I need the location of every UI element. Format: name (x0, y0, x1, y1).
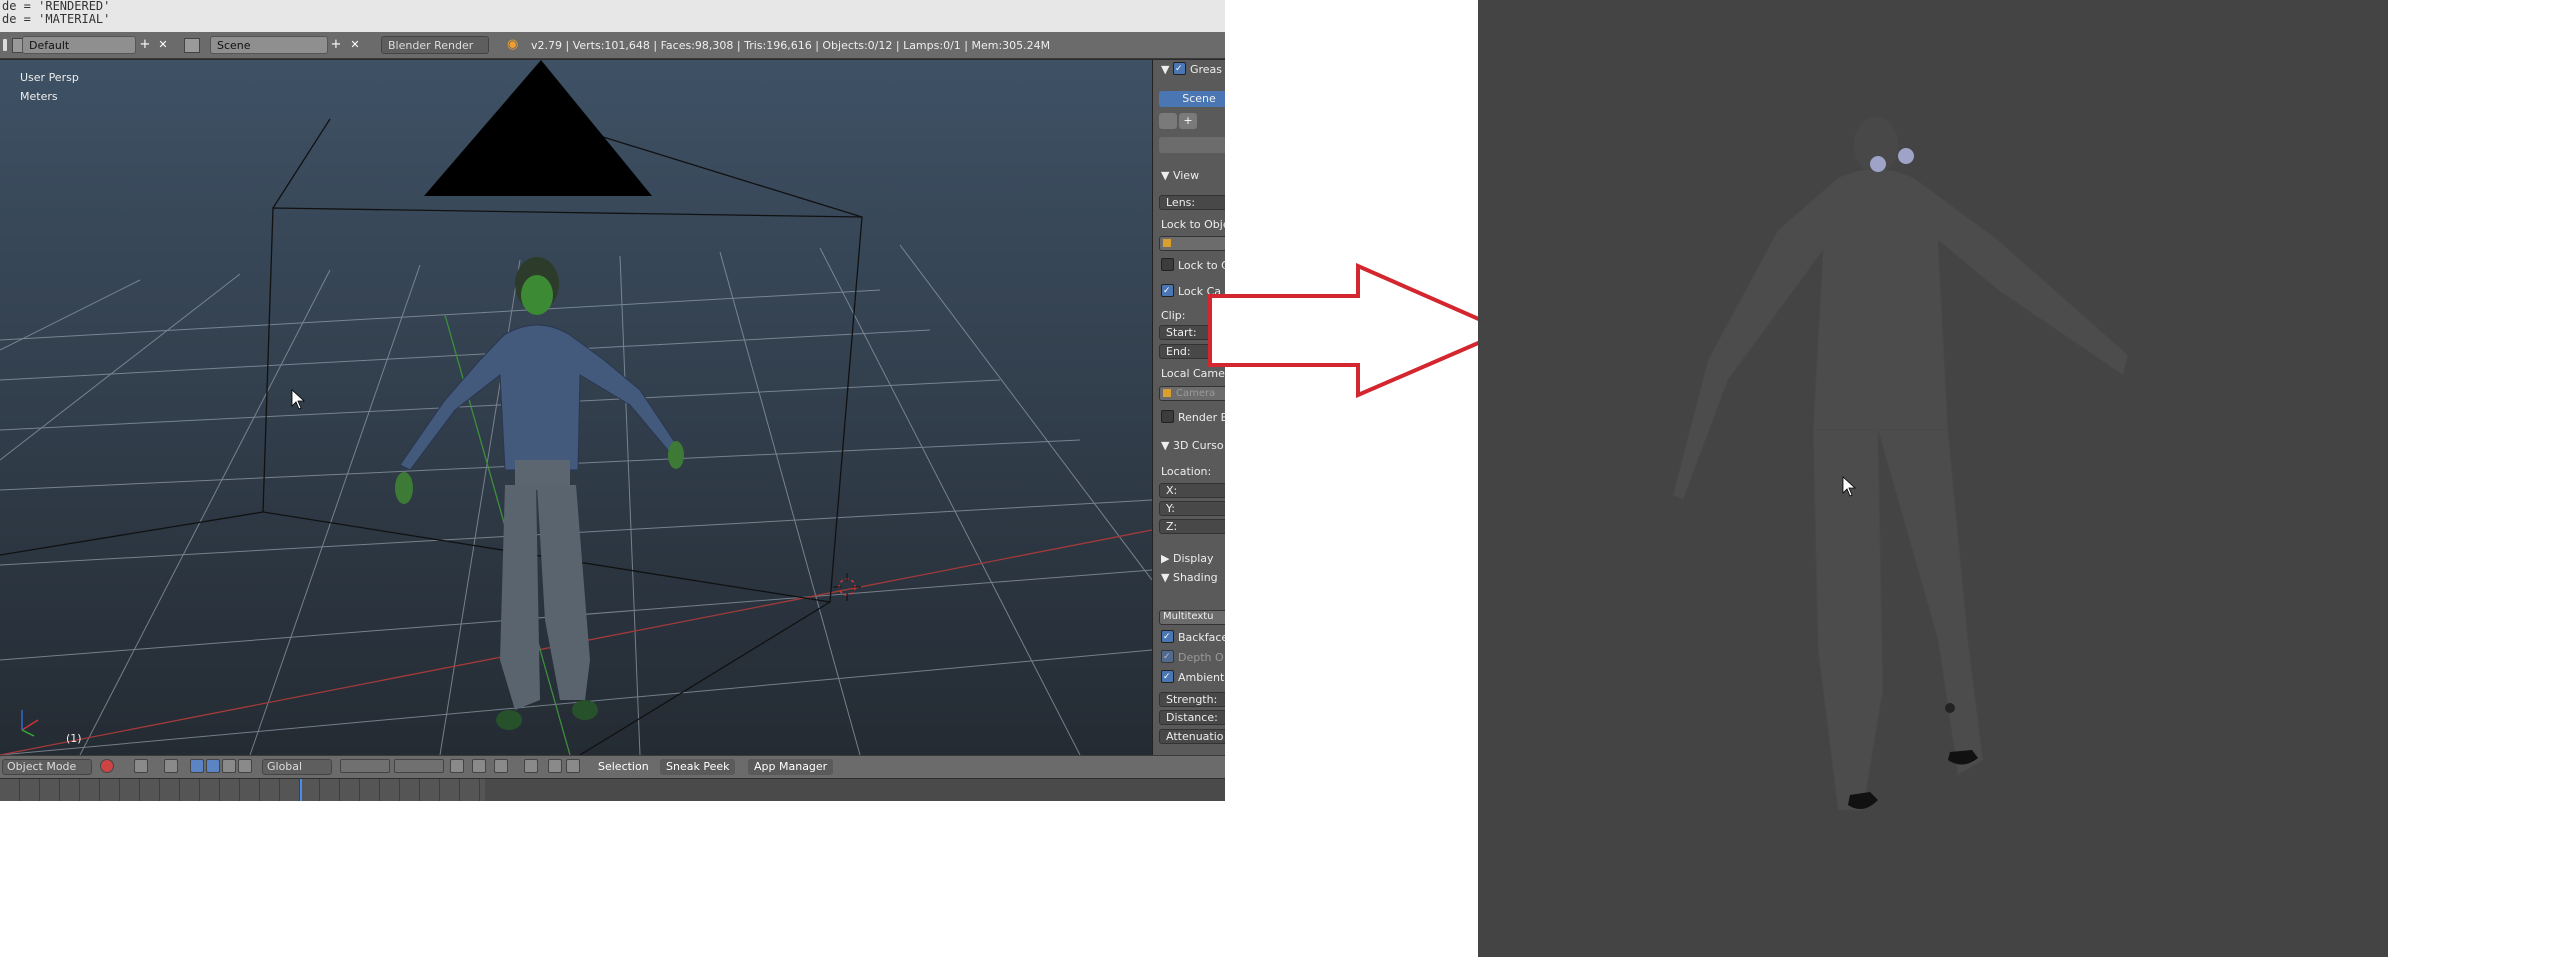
cursor-z-label: Z: (1166, 520, 1178, 533)
python-console-output: de = 'RENDERED' de = 'MATERIAL' (0, 0, 1225, 32)
clip-start-label: Start: (1166, 326, 1197, 339)
render-result-panel (1478, 0, 2388, 957)
cursor-y-label: Y: (1166, 502, 1175, 515)
red-arrow-icon (1208, 263, 1512, 398)
delete-layout-button[interactable]: ✕ (155, 36, 171, 54)
3d-cursor (833, 573, 861, 601)
render-viewport-icon[interactable] (548, 759, 562, 773)
viewport-shading-icon[interactable] (100, 759, 114, 773)
lock-to-cursor-checkbox[interactable] (1161, 258, 1174, 271)
scene-icon[interactable] (184, 38, 200, 53)
grease-pencil-header[interactable]: ▼ Greas (1161, 61, 1222, 78)
collapse-arrow-icon: ▼ (1161, 63, 1173, 76)
rendered-character-silhouette (1672, 116, 2129, 811)
grease-pencil-layer-field[interactable] (1159, 137, 1225, 153)
add-scene-button[interactable]: + (328, 36, 344, 54)
transform-orientation-dropdown[interactable]: Global (262, 759, 332, 775)
eye-sphere-left (1870, 156, 1886, 172)
shading-panel-header[interactable]: ▼ Shading (1161, 570, 1218, 586)
strength-label: Strength: (1166, 693, 1218, 706)
clip-end-label: End: (1166, 345, 1191, 358)
attenuation-label: Attenuatio (1166, 730, 1224, 743)
snap-element-icon[interactable] (524, 759, 538, 773)
expand-arrow-icon: ▶ (1161, 552, 1173, 565)
view-panel-header[interactable]: ▼ View (1161, 168, 1199, 184)
render-engine-dropdown[interactable]: Blender Render (381, 36, 489, 54)
camera-icon (1163, 389, 1171, 397)
lens-label: Lens: (1166, 196, 1196, 209)
add-layer-button[interactable]: + (1179, 113, 1197, 129)
view-name-label: User Persp (20, 71, 79, 84)
lock-camera-checkbox[interactable] (1161, 283, 1174, 299)
timeline-strip[interactable] (0, 778, 1225, 801)
ambient-checkbox[interactable] (1161, 669, 1174, 685)
screen-layout-field[interactable]: Default (22, 36, 136, 54)
collapse-arrow-icon: ▼ (1161, 169, 1173, 182)
sneak-peek-menu[interactable]: Sneak Peek (660, 759, 736, 775)
collapse-arrow-icon: ▼ (1161, 439, 1173, 452)
lock-to-object-label: Lock to Obje (1161, 218, 1225, 231)
render-border-checkbox[interactable] (1161, 410, 1174, 423)
clip-label: Clip: (1161, 309, 1186, 322)
collapse-arrow-icon: ▼ (1161, 571, 1173, 584)
blender-logo-icon: ◉ (507, 37, 519, 52)
3d-viewport[interactable]: User Persp Meters (1) (0, 60, 1152, 755)
grease-pencil-draw-icon[interactable] (1159, 113, 1177, 129)
editor-type-icon[interactable] (3, 39, 7, 51)
3d-cursor-panel-header[interactable]: ▼ 3D Curso (1161, 438, 1224, 454)
frame-number-label: (1) (66, 732, 82, 745)
distance-label: Distance: (1166, 711, 1218, 724)
mouse-pointer (291, 389, 306, 410)
console-line: de = 'RENDERED' (2, 0, 111, 13)
proportional-edit-icon[interactable] (472, 759, 486, 773)
backface-row[interactable]: Backface (1161, 629, 1225, 646)
location-label: Location: (1161, 465, 1212, 478)
character-model (395, 257, 684, 730)
units-label: Meters (20, 90, 58, 103)
console-line: de = 'MATERIAL' (2, 12, 111, 26)
shading-mode-value: Multitextu (1163, 611, 1214, 622)
lock-layers-icon[interactable] (450, 759, 464, 773)
selection-menu[interactable]: Selection (592, 759, 655, 775)
display-panel-header[interactable]: ▶ Display (1161, 551, 1214, 567)
edit-manipulator-icon[interactable] (238, 759, 252, 773)
add-layout-button[interactable]: + (137, 36, 153, 54)
camera-triangle-marker (424, 60, 652, 196)
cursor-x-label: X: (1166, 484, 1178, 497)
properties-side-panel: ▼ Greas Scene + ▼ View Lens: Lock to Obj… (1152, 60, 1225, 755)
blender-window: de = 'RENDERED' de = 'MATERIAL' Default … (0, 0, 1225, 801)
eye-sphere-right (1898, 148, 1914, 164)
viewport-scene (0, 60, 1152, 755)
scene-tab[interactable]: Scene (1159, 91, 1225, 107)
render-border-row[interactable]: Render B (1161, 410, 1225, 426)
layer-buttons-group-1[interactable] (340, 759, 390, 773)
lock-object-field[interactable] (1159, 236, 1225, 251)
depth-of-field-checkbox[interactable] (1161, 649, 1174, 665)
manipulator-toggle-icon[interactable] (164, 759, 178, 773)
trouser-detail (1945, 703, 1955, 713)
mode-dropdown[interactable]: Object Mode (2, 759, 92, 775)
scene-field[interactable]: Scene (210, 36, 328, 54)
translate-manipulator-icon[interactable] (190, 759, 204, 773)
object-icon (1163, 239, 1171, 247)
axis-gizmo (21, 710, 39, 737)
viewport-overlay-text: User Persp Meters (20, 68, 79, 106)
3d-view-header: Object Mode Global Selection Sneak Peek … (0, 755, 1225, 778)
scale-manipulator-icon[interactable] (222, 759, 236, 773)
render-animation-icon[interactable] (566, 759, 580, 773)
timeline-frames (0, 779, 485, 801)
rotate-manipulator-icon[interactable] (206, 759, 220, 773)
ambient-row[interactable]: Ambient (1161, 669, 1224, 686)
snap-toggle-icon[interactable] (494, 759, 508, 773)
backface-checkbox[interactable] (1161, 629, 1174, 645)
info-header: Default + ✕ Scene + ✕ Blender Render ◉ v… (0, 32, 1225, 59)
grease-pencil-checkbox[interactable] (1172, 61, 1186, 77)
depth-of-field-row[interactable]: Depth O (1161, 649, 1224, 666)
timeline-playhead[interactable] (300, 779, 302, 801)
layer-buttons-group-2[interactable] (394, 759, 444, 773)
scene-statistics: v2.79 | Verts:101,648 | Faces:98,308 | T… (531, 39, 1051, 52)
pivot-point-icon[interactable] (134, 759, 148, 773)
app-manager-menu[interactable]: App Manager (748, 759, 834, 775)
delete-scene-button[interactable]: ✕ (347, 36, 363, 54)
